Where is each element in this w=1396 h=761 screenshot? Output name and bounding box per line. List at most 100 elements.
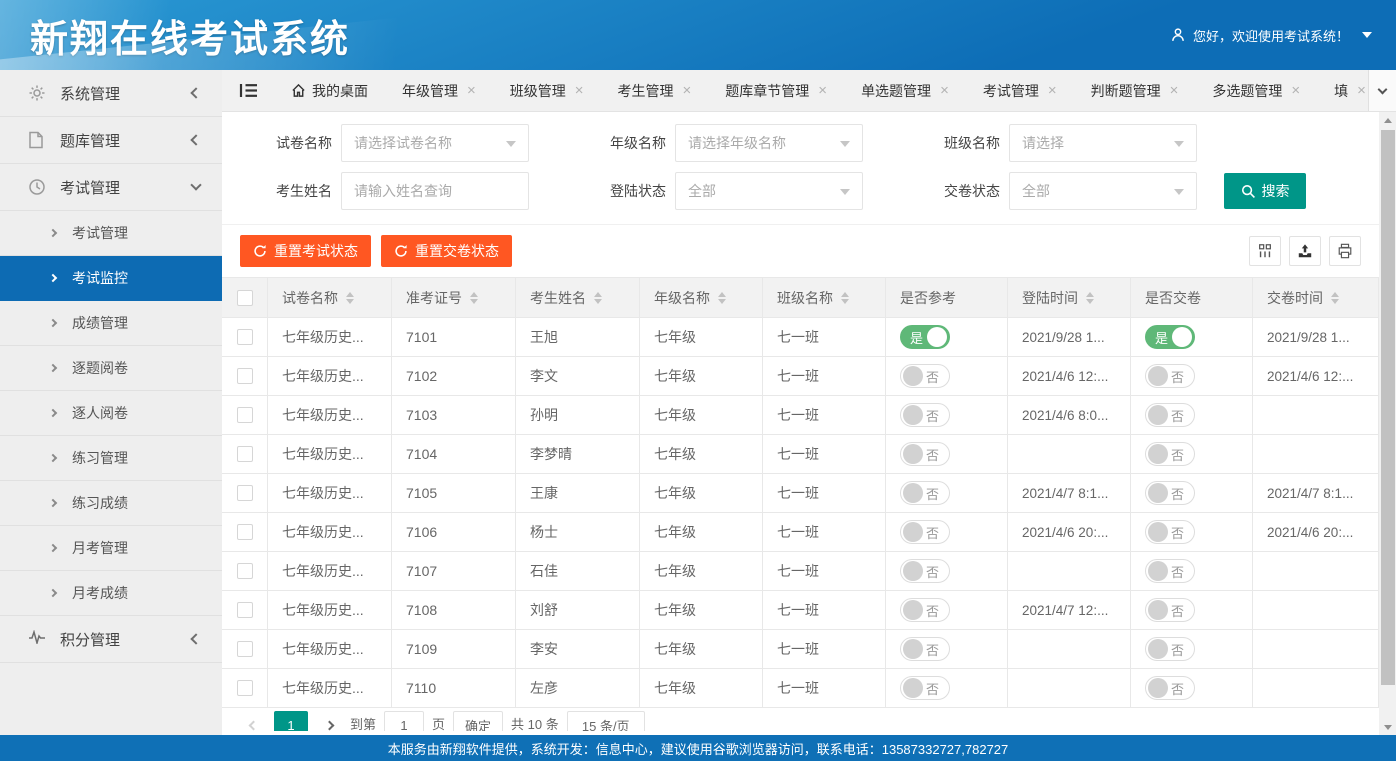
toggle-no[interactable]: 否 [1145,364,1195,388]
scroll-down-arrow[interactable] [1379,719,1396,735]
reset-submit-status-button[interactable]: 重置交卷状态 [381,235,512,267]
close-icon[interactable]: × [940,83,949,98]
column-header-6[interactable]: 登陆时间 [1008,278,1131,318]
sidebar-item-exam[interactable]: 考试管理 [0,164,222,211]
sidebar-subitem-exam-4[interactable]: 逐人阅卷 [0,391,222,436]
row-checkbox[interactable] [237,485,253,501]
toggle-no[interactable]: 否 [1145,442,1195,466]
user-menu[interactable]: 您好，欢迎使用考试系统！ [1170,26,1396,45]
submit-status-select[interactable]: 全部 [1009,172,1197,210]
grade-name-select[interactable]: 请选择年级名称 [675,124,863,162]
sidebar-subitem-exam-5[interactable]: 练习管理 [0,436,222,481]
tab-item-5[interactable]: 考试管理× [966,70,1074,112]
column-header-1[interactable]: 准考证号 [392,278,516,318]
scrollbar-thumb[interactable] [1381,130,1395,685]
sidebar-item-question-bank[interactable]: 题库管理 [0,117,222,164]
toggle-no[interactable]: 否 [1145,481,1195,505]
close-icon[interactable]: × [1170,83,1179,98]
row-checkbox[interactable] [237,407,253,423]
sort-icon[interactable] [594,292,602,304]
confirm-page-button[interactable]: 确定 [453,711,503,731]
close-icon[interactable]: × [467,83,476,98]
collapse-sidebar-button[interactable] [222,70,274,112]
toggle-no[interactable]: 否 [1145,403,1195,427]
sidebar-subitem-exam-8[interactable]: 月考成绩 [0,571,222,616]
row-checkbox[interactable] [237,680,253,696]
sort-icon[interactable] [718,292,726,304]
column-header-8[interactable]: 交卷时间 [1253,278,1379,318]
sidebar-subitem-exam-0[interactable]: 考试管理 [0,211,222,256]
column-header-0[interactable]: 试卷名称 [268,278,392,318]
toggle-no[interactable]: 否 [1145,520,1195,544]
filter-columns-button[interactable] [1249,236,1281,266]
row-checkbox[interactable] [237,368,253,384]
column-header-3[interactable]: 年级名称 [640,278,763,318]
next-page-button[interactable] [316,711,342,731]
toggle-no[interactable]: 否 [900,442,950,466]
toggle-no[interactable]: 否 [900,481,950,505]
sidebar-item-points[interactable]: 积分管理 [0,616,222,663]
row-checkbox[interactable] [237,524,253,540]
search-button[interactable]: 搜索 [1224,173,1306,209]
tab-item-6[interactable]: 判断题管理× [1074,70,1196,112]
print-button[interactable] [1329,236,1361,266]
close-icon[interactable]: × [1048,83,1057,98]
student-name-input[interactable] [341,172,529,210]
export-button[interactable] [1289,236,1321,266]
tab-item-1[interactable]: 班级管理× [493,70,601,112]
tabs-dropdown-button[interactable] [1368,70,1396,112]
reset-exam-status-button[interactable]: 重置考试状态 [240,235,371,267]
sidebar-item-system[interactable]: 系统管理 [0,70,222,117]
close-icon[interactable]: × [683,83,692,98]
toggle-yes[interactable]: 是 [900,325,950,349]
close-icon[interactable]: × [1357,83,1366,98]
close-icon[interactable]: × [818,83,827,98]
toggle-no[interactable]: 否 [900,403,950,427]
close-icon[interactable]: × [575,83,584,98]
tab-item-4[interactable]: 单选题管理× [844,70,966,112]
row-checkbox[interactable] [237,329,253,345]
tab-home[interactable]: 我的桌面 [274,70,385,112]
scroll-up-arrow[interactable] [1379,112,1396,128]
sort-icon[interactable] [470,292,478,304]
tab-item-7[interactable]: 多选题管理× [1195,70,1317,112]
toggle-no[interactable]: 否 [900,676,950,700]
scrollbar-track[interactable] [1379,128,1396,719]
sidebar-subitem-exam-6[interactable]: 练习成绩 [0,481,222,526]
toggle-yes[interactable]: 是 [1145,325,1195,349]
sort-icon[interactable] [1331,292,1339,304]
tab-item-0[interactable]: 年级管理× [385,70,493,112]
toggle-no[interactable]: 否 [1145,637,1195,661]
vertical-scrollbar[interactable] [1379,112,1396,735]
toggle-no[interactable]: 否 [900,598,950,622]
toggle-no[interactable]: 否 [1145,598,1195,622]
sort-icon[interactable] [346,292,354,304]
toggle-no[interactable]: 否 [1145,559,1195,583]
sidebar-subitem-exam-2[interactable]: 成绩管理 [0,301,222,346]
row-checkbox[interactable] [237,563,253,579]
login-status-select[interactable]: 全部 [675,172,863,210]
class-name-select[interactable]: 请选择 [1009,124,1197,162]
close-icon[interactable]: × [1291,83,1300,98]
sidebar-subitem-exam-7[interactable]: 月考管理 [0,526,222,571]
sidebar-subitem-exam-3[interactable]: 逐题阅卷 [0,346,222,391]
per-page-select[interactable]: 15 条/页 [567,711,645,731]
page-number-input[interactable]: 1 [384,711,424,731]
toggle-no[interactable]: 否 [900,559,950,583]
toggle-no[interactable]: 否 [900,637,950,661]
tab-item-2[interactable]: 考生管理× [601,70,709,112]
sort-icon[interactable] [1086,292,1094,304]
prev-page-button[interactable] [240,711,266,731]
sort-icon[interactable] [841,292,849,304]
toggle-no[interactable]: 否 [900,520,950,544]
sidebar-subitem-exam-1[interactable]: 考试监控 [0,256,222,301]
column-header-4[interactable]: 班级名称 [763,278,886,318]
row-checkbox[interactable] [237,446,253,462]
select-all-checkbox[interactable] [237,290,253,306]
current-page-button[interactable]: 1 [274,711,308,731]
row-checkbox[interactable] [237,641,253,657]
row-checkbox[interactable] [237,602,253,618]
tab-item-3[interactable]: 题库章节管理× [708,70,844,112]
column-header-2[interactable]: 考生姓名 [516,278,640,318]
toggle-no[interactable]: 否 [1145,676,1195,700]
